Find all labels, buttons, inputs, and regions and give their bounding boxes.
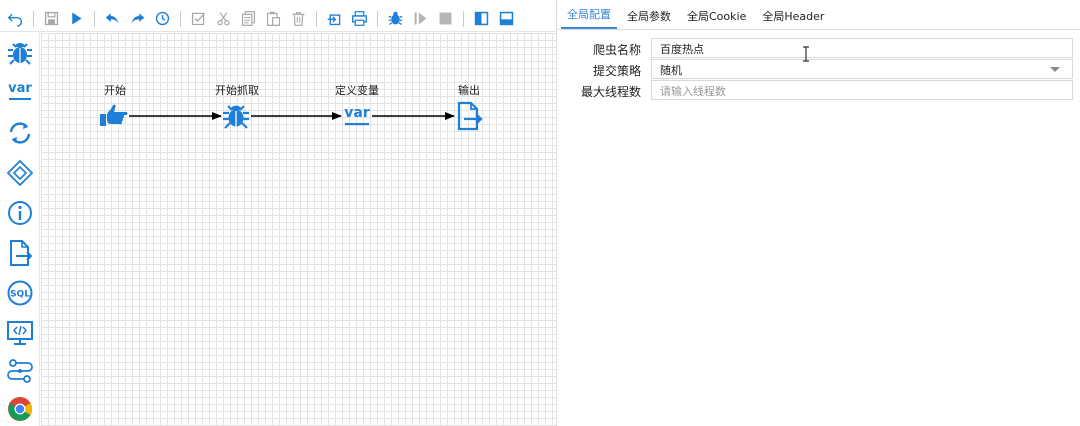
toolbar xyxy=(0,6,556,32)
function-icon[interactable] xyxy=(4,355,36,387)
copy-icon[interactable] xyxy=(237,8,259,30)
spider-name-label: 爬虫名称 xyxy=(592,43,641,57)
spider-name-input[interactable]: 百度热点 xyxy=(651,38,1073,58)
submit-strategy-label: 提交策略 xyxy=(592,64,641,78)
submit-strategy-value: 随机 xyxy=(660,64,682,77)
delete-icon[interactable] xyxy=(287,8,309,30)
select-all-icon[interactable] xyxy=(187,8,209,30)
toolbar-separator xyxy=(33,10,34,27)
text-cursor-icon xyxy=(803,46,809,62)
variable-icon[interactable]: var xyxy=(342,101,372,131)
tab-global-header[interactable]: 全局Header xyxy=(756,8,830,29)
max-threads-input[interactable]: 请输入线程数 xyxy=(651,80,1073,100)
spider-icon[interactable] xyxy=(4,37,36,69)
config-tabs: 全局配置 全局参数 全局Cookie 全局Header xyxy=(557,6,1080,30)
resume-icon[interactable] xyxy=(409,8,431,30)
stop-icon[interactable] xyxy=(434,8,456,30)
tab-global-config[interactable]: 全局配置 xyxy=(561,6,617,29)
history-icon[interactable] xyxy=(151,8,173,30)
tab-global-params[interactable]: 全局参数 xyxy=(621,8,677,29)
tab-global-cookie[interactable]: 全局Cookie xyxy=(681,8,752,29)
form-row-spider-name: 爬虫名称 百度热点 xyxy=(557,38,1080,58)
redo-arrow-icon[interactable] xyxy=(126,8,148,30)
undo-icon[interactable] xyxy=(4,8,26,30)
component-palette: var SQL xyxy=(0,33,40,426)
node-label-crawl: 开始抓取 xyxy=(215,84,259,97)
svg-text:var: var xyxy=(8,81,32,96)
node-label-variable: 定义变量 xyxy=(335,84,379,97)
start-hand-icon[interactable] xyxy=(99,101,129,131)
spider-icon[interactable] xyxy=(221,101,251,131)
svg-text:var: var xyxy=(344,105,370,121)
node-label-start: 开始 xyxy=(104,84,126,97)
toggle-bottom-panel-icon[interactable] xyxy=(495,8,517,30)
condition-icon[interactable] xyxy=(4,157,36,189)
variable-icon[interactable]: var xyxy=(4,75,36,107)
toolbar-separator xyxy=(316,10,317,27)
max-threads-label: 最大线程数 xyxy=(580,85,641,99)
print-icon[interactable] xyxy=(348,8,370,30)
chrome-icon[interactable] xyxy=(4,393,36,425)
paste-icon[interactable] xyxy=(262,8,284,30)
undo-arrow-icon[interactable] xyxy=(101,8,123,30)
submit-strategy-select[interactable]: 随机 xyxy=(651,59,1073,79)
node-label-output: 输出 xyxy=(458,84,480,97)
form-row-max-threads: 最大线程数 请输入线程数 xyxy=(557,80,1080,100)
svg-text:SQL: SQL xyxy=(10,290,30,300)
loop-icon[interactable] xyxy=(4,117,36,149)
save-icon[interactable] xyxy=(40,8,62,30)
properties-panel: 全局配置 全局参数 全局Cookie 全局Header 爬虫名称 百度热点 提交… xyxy=(556,0,1080,426)
form-row-submit-strategy: 提交策略 随机 xyxy=(557,59,1080,79)
output-icon[interactable] xyxy=(4,237,36,269)
toolbar-separator xyxy=(377,10,378,27)
sql-icon[interactable]: SQL xyxy=(4,277,36,309)
toggle-left-panel-icon[interactable] xyxy=(470,8,492,30)
run-icon[interactable] xyxy=(65,8,87,30)
debug-icon[interactable] xyxy=(384,8,406,30)
script-icon[interactable] xyxy=(4,317,36,349)
toolbar-separator xyxy=(94,10,95,27)
toolbar-separator xyxy=(463,10,464,27)
output-icon[interactable] xyxy=(454,101,484,131)
flow-canvas[interactable]: 开始 开始抓取 定义变量 var 输出 xyxy=(41,33,556,426)
export-icon[interactable] xyxy=(323,8,345,30)
toolbar-separator xyxy=(180,10,181,27)
cut-icon[interactable] xyxy=(212,8,234,30)
chevron-down-icon[interactable] xyxy=(1050,67,1060,72)
info-icon[interactable] xyxy=(4,197,36,229)
